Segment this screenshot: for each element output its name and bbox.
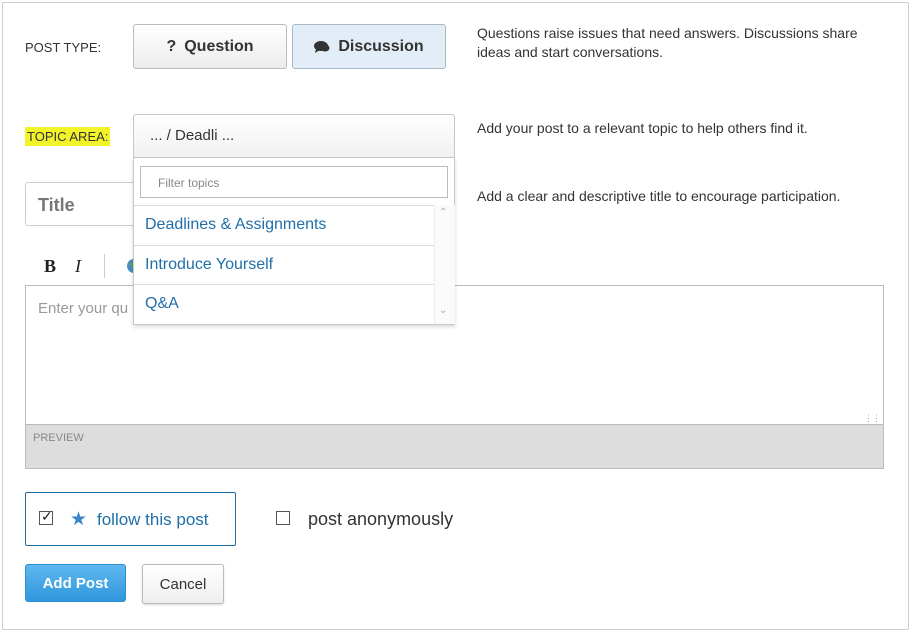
anonymous-checkbox[interactable]: [276, 511, 290, 525]
topic-option-introduce[interactable]: Introduce Yourself: [134, 246, 434, 285]
checkmark-icon: ✓: [41, 508, 53, 524]
title-help: Add a clear and descriptive title to enc…: [477, 188, 841, 204]
topic-area-help: Add your post to a relevant topic to hel…: [477, 120, 808, 136]
add-post-button[interactable]: Add Post: [25, 564, 126, 602]
star-icon: ★: [70, 509, 88, 530]
question-button[interactable]: ? Question: [133, 24, 287, 69]
topic-dropdown: Filter topics Deadlines & Assignments In…: [133, 158, 455, 325]
post-type-help: Questions raise issues that need answers…: [477, 25, 858, 60]
post-type-label: POST TYPE:: [25, 40, 102, 55]
preview-panel: PREVIEW: [25, 424, 884, 469]
question-icon: ?: [166, 37, 177, 55]
bold-button[interactable]: B: [44, 256, 56, 277]
follow-label: follow this post: [97, 510, 209, 529]
topic-select[interactable]: ... / Deadli ...: [133, 114, 455, 158]
cancel-button[interactable]: Cancel: [142, 564, 224, 604]
anonymous-label: post anonymously: [308, 509, 454, 529]
filter-topics-input[interactable]: Filter topics: [140, 166, 448, 198]
dropdown-scrollbar[interactable]: ⌃ ⌄: [434, 205, 455, 324]
resize-grip-icon[interactable]: ⋮⋮: [864, 414, 881, 423]
follow-checkbox[interactable]: ✓: [39, 508, 53, 525]
follow-post-toggle[interactable]: ✓ ★ follow this post: [25, 492, 236, 546]
question-button-label: Question: [184, 37, 254, 55]
scroll-down-icon[interactable]: ⌄: [439, 305, 447, 316]
topic-area-label-text: TOPIC AREA:: [25, 127, 111, 146]
title-input[interactable]: Title: [25, 182, 135, 226]
italic-button[interactable]: I: [75, 256, 81, 277]
topic-option-deadlines[interactable]: Deadlines & Assignments: [134, 206, 434, 246]
toolbar-divider: [104, 254, 105, 278]
topic-area-label: TOPIC AREA:: [25, 127, 111, 146]
topic-option-qa[interactable]: Q&A: [134, 285, 434, 325]
discussion-button-label: Discussion: [338, 37, 424, 55]
discussion-icon: [314, 40, 330, 53]
discussion-button[interactable]: Discussion: [292, 24, 446, 69]
preview-label: PREVIEW: [33, 432, 84, 444]
topic-list: Deadlines & Assignments Introduce Yourse…: [134, 205, 434, 325]
editor-placeholder: Enter your qu: [38, 300, 129, 317]
scroll-up-icon[interactable]: ⌃: [439, 207, 447, 218]
